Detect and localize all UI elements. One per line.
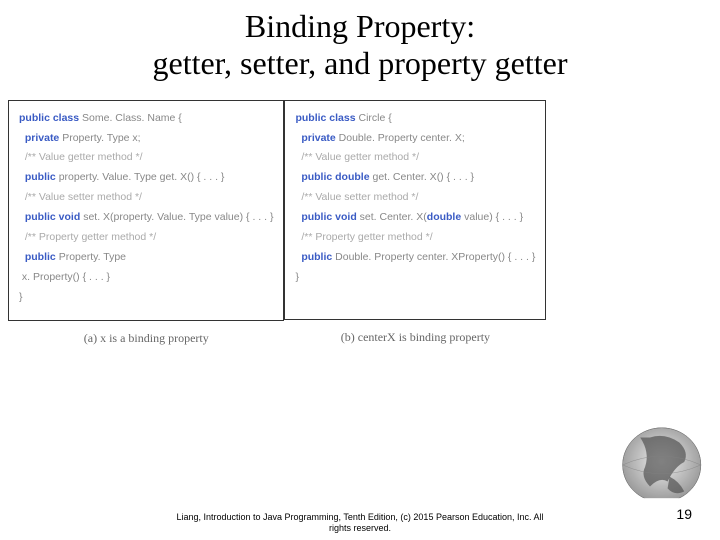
code-line: private Double. Property center. X; <box>295 129 535 149</box>
code-line: /** Value getter method */ <box>19 148 273 168</box>
right-panel: public class Circle { private Double. Pr… <box>284 100 546 346</box>
code-line: public void set. Center. X(double value)… <box>295 208 535 228</box>
code-panels: public class Some. Class. Name { private… <box>8 100 712 346</box>
title-line-1: Binding Property: <box>245 8 475 44</box>
page-number: 19 <box>676 506 692 522</box>
footer-line-2: rights reserved. <box>329 523 391 533</box>
code-line: public Property. Type <box>19 248 273 268</box>
code-line: public class Some. Class. Name { <box>19 109 273 129</box>
code-line: /** Property getter method */ <box>19 228 273 248</box>
globe-icon <box>590 418 710 506</box>
code-line: /** Property getter method */ <box>295 228 535 248</box>
left-code: public class Some. Class. Name { private… <box>8 100 284 321</box>
code-line: public property. Value. Type get. X() { … <box>19 168 273 188</box>
slide: Binding Property: getter, setter, and pr… <box>0 0 720 540</box>
code-line: } <box>295 268 535 288</box>
code-line: public double get. Center. X() { . . . } <box>295 168 535 188</box>
code-line: /** Value setter method */ <box>295 188 535 208</box>
left-panel: public class Some. Class. Name { private… <box>8 100 284 346</box>
code-line: x. Property() { . . . } <box>19 268 273 288</box>
code-line: public void set. X(property. Value. Type… <box>19 208 273 228</box>
code-line: } <box>19 288 273 308</box>
slide-title: Binding Property: getter, setter, and pr… <box>0 0 720 82</box>
footer: Liang, Introduction to Java Programming,… <box>0 512 720 534</box>
code-line: public Double. Property center. XPropert… <box>295 248 535 268</box>
code-line: /** Value setter method */ <box>19 188 273 208</box>
right-caption: (b) centerX is binding property <box>284 330 546 345</box>
right-code: public class Circle { private Double. Pr… <box>284 100 546 320</box>
left-caption: (a) x is a binding property <box>8 331 284 346</box>
code-line: private Property. Type x; <box>19 129 273 149</box>
code-line: /** Value getter method */ <box>295 148 535 168</box>
title-line-2: getter, setter, and property getter <box>152 45 567 81</box>
code-line: public class Circle { <box>295 109 535 129</box>
footer-line-1: Liang, Introduction to Java Programming,… <box>176 512 543 522</box>
